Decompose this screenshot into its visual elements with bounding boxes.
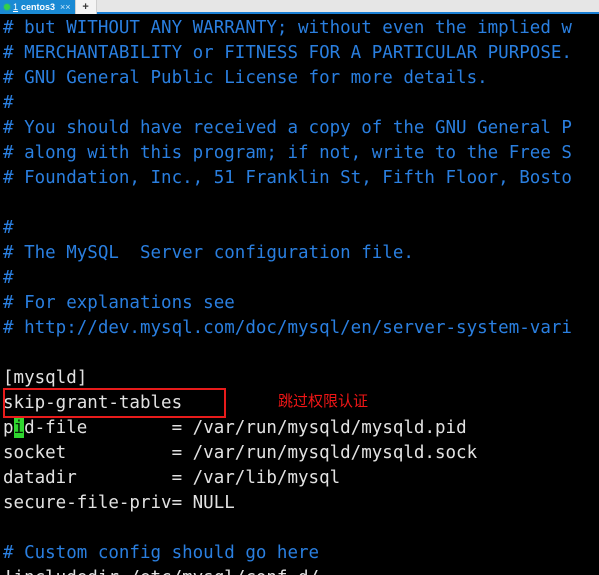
tab-title-label: centos3	[21, 1, 56, 12]
terminal-line: # For explanations see	[3, 293, 235, 313]
terminal-line: datadir = /var/lib/mysql	[3, 468, 341, 488]
terminal-line: # Foundation, Inc., 51 Franklin St, Fift…	[3, 168, 572, 188]
terminal-line: !includedir /etc/mysql/conf.d/	[0, 566, 599, 575]
terminal-line: #	[3, 268, 14, 288]
plus-icon: +	[82, 0, 89, 13]
tab-index-label: 1	[13, 1, 19, 12]
text-cursor: i	[13, 418, 25, 438]
terminal-line: # The MySQL Server configuration file.	[3, 243, 414, 263]
terminal-line: # You should have received a copy of the…	[3, 118, 572, 138]
terminal-line: # Custom config should go here	[3, 543, 320, 563]
terminal-line: # GNU General Public License for more de…	[3, 68, 488, 88]
tab-centos3[interactable]: 1 centos3 ××	[0, 0, 75, 14]
terminal-line: # along with this program; if not, write…	[3, 143, 572, 163]
tab-bar: 1 centos3 ×× +	[0, 0, 599, 14]
terminal-line: # http://dev.mysql.com/doc/mysql/en/serv…	[3, 318, 572, 338]
terminal-text-area[interactable]: # but WITHOUT ANY WARRANTY; without even…	[0, 16, 599, 575]
terminal-line: # MERCHANTABILITY or FITNESS FOR A PARTI…	[3, 43, 572, 63]
terminal-line: secure-file-priv= NULL	[3, 493, 235, 513]
terminal-line: #	[3, 93, 14, 113]
new-tab-button[interactable]: +	[74, 0, 97, 14]
tab-close-icon[interactable]: ××	[60, 2, 71, 12]
terminal-window: 1 centos3 ×× + # but WITHOUT ANY WARRANT…	[0, 0, 599, 575]
annotation-label: 跳过权限认证	[278, 392, 369, 410]
tab-bar-empty-area	[96, 0, 599, 12]
connection-status-dot-icon	[4, 4, 10, 10]
terminal-line: socket = /var/run/mysqld/mysqld.sock	[3, 443, 478, 463]
terminal-line: [mysqld]	[3, 368, 88, 388]
terminal-line: #	[3, 218, 14, 238]
terminal-line: # but WITHOUT ANY WARRANTY; without even…	[3, 18, 572, 38]
terminal-line: pid-file = /var/run/mysqld/mysqld.pid	[3, 418, 467, 438]
